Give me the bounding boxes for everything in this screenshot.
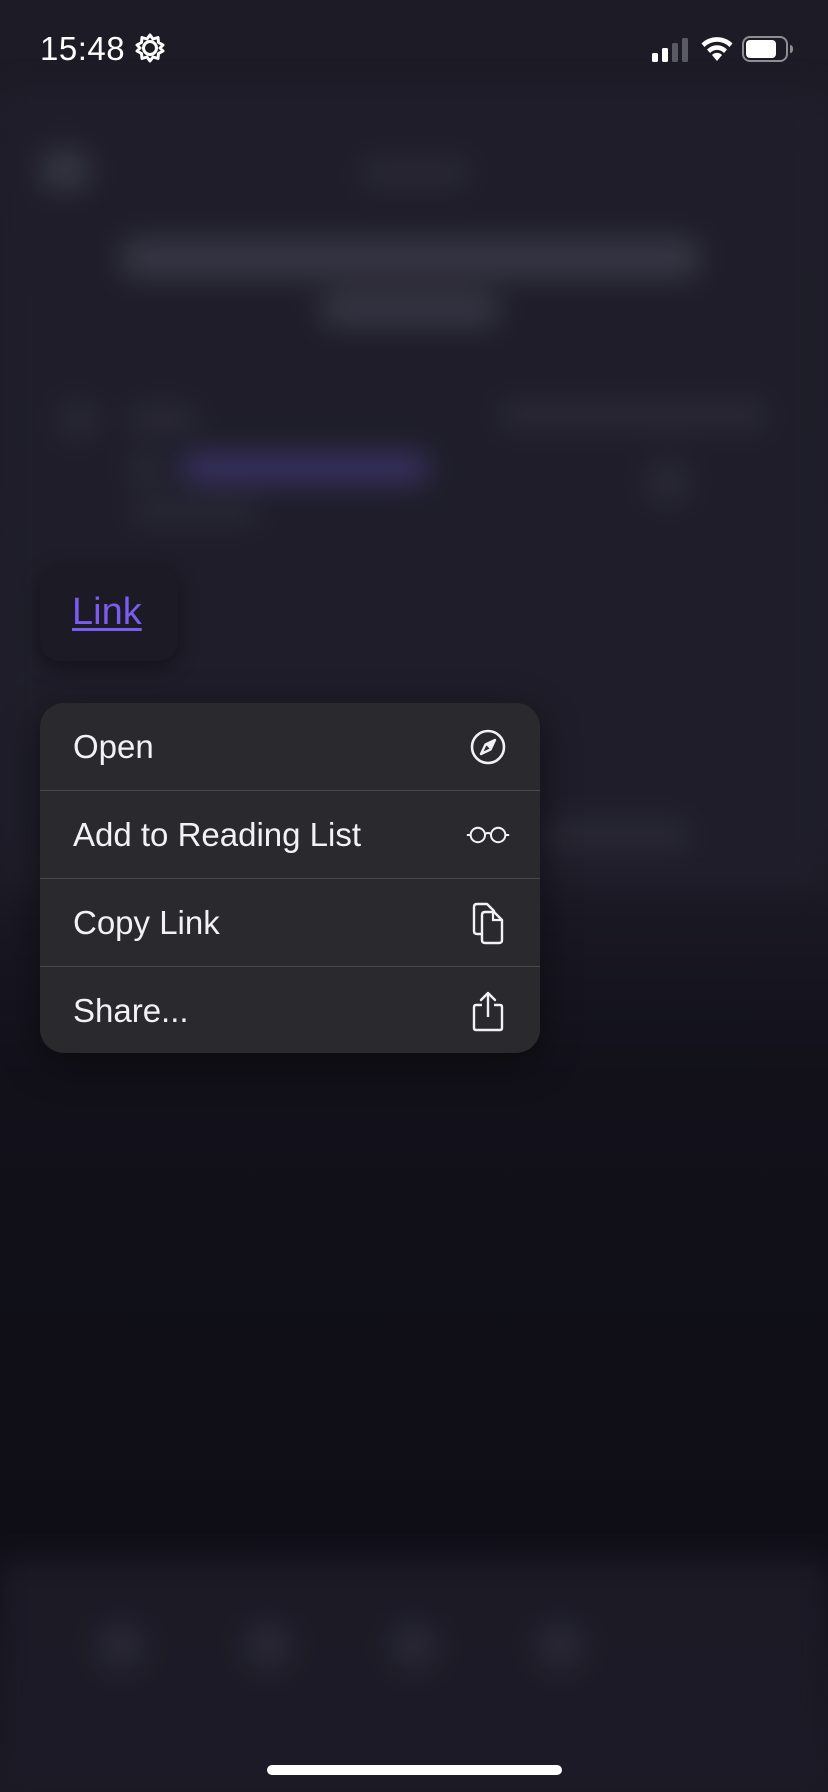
background-avatar <box>58 400 98 440</box>
status-bar: 15:48 <box>0 0 828 100</box>
menu-item-open[interactable]: Open <box>40 703 540 791</box>
menu-item-label: Add to Reading List <box>73 815 362 853</box>
copy-icon <box>466 901 510 945</box>
background-heading-line-1 <box>120 238 700 278</box>
gear-icon <box>134 32 166 64</box>
compass-icon <box>466 725 510 769</box>
battery-icon <box>742 36 794 62</box>
background-text-line <box>540 820 690 850</box>
cellular-signal-icon <box>652 38 690 62</box>
link-preview[interactable]: Link <box>40 565 178 661</box>
background-tab-4 <box>534 1620 586 1672</box>
home-indicator[interactable] <box>267 1765 562 1775</box>
background-heading-line-2 <box>320 292 500 326</box>
share-icon <box>466 989 510 1033</box>
menu-item-share[interactable]: Share... <box>40 967 540 1053</box>
status-time: 15:48 <box>40 30 126 67</box>
menu-item-add-to-reading-list[interactable]: Add to Reading List <box>40 791 540 879</box>
background-tab-2 <box>242 1620 294 1672</box>
background-tab-3 <box>388 1620 440 1672</box>
menu-item-copy-link[interactable]: Copy Link <box>40 879 540 967</box>
screen: 15:48 Link Open Add to Reading List Copy… <box>0 0 828 1792</box>
background-author <box>128 404 198 434</box>
background-link-line <box>180 452 430 484</box>
background-meta <box>498 400 768 430</box>
background-action <box>646 460 690 504</box>
glasses-icon <box>466 813 510 857</box>
wifi-icon <box>700 34 734 62</box>
menu-item-label: Share... <box>73 991 189 1029</box>
background-tab-bar <box>0 1560 828 1792</box>
background-nav-title <box>360 158 470 188</box>
link-text[interactable]: Link <box>72 591 142 634</box>
background-back-button <box>40 150 90 190</box>
background-small-icon <box>128 452 164 488</box>
menu-item-label: Copy Link <box>73 903 220 941</box>
context-menu: Open Add to Reading List Copy Link Share… <box>40 703 540 1053</box>
menu-item-label: Open <box>73 727 154 765</box>
background-caption <box>130 500 260 524</box>
background-tab-1 <box>95 1620 147 1672</box>
